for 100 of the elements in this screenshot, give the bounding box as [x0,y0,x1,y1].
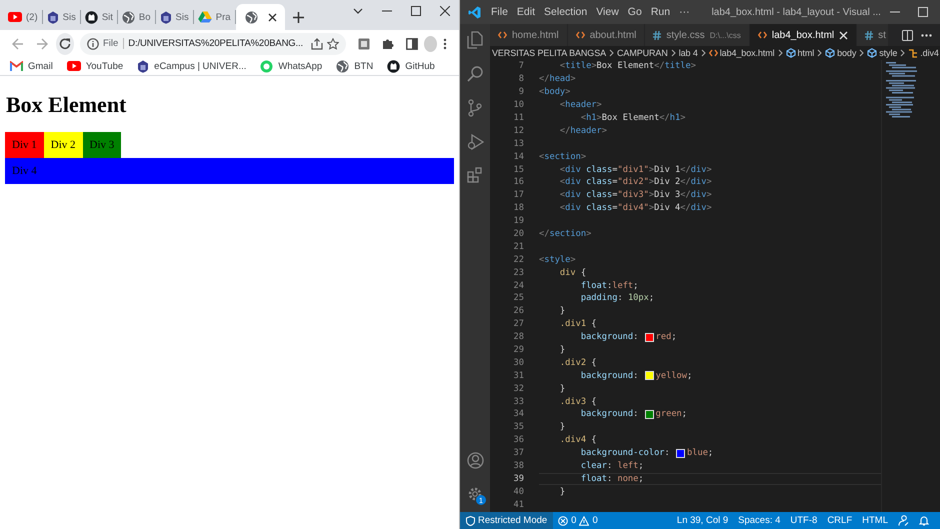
line-number: 20 [512,229,524,240]
code-text: <div class="div4">Div 4</div> [558,203,712,214]
line-number: 31 [512,370,524,381]
color-box: Div 4 [5,158,454,184]
browser-tab[interactable]: Sis [156,5,193,29]
browser-tab[interactable]: Sis [42,5,80,29]
line-number: 28 [512,332,524,342]
code-text: background-color: [580,448,671,458]
code-text: <title>Box Element</title> [558,61,696,72]
breadcrumb[interactable]: CAMPURAN [617,48,668,58]
breadcrumb[interactable]: html [786,48,814,58]
window-title: lab4_box.html - lab4_layout - Visual ... [712,6,881,18]
breadcrumb[interactable]: VERSITAS PELITA BANGSA [492,48,606,58]
line-number: 19 [512,216,524,226]
line-number: 41 [512,500,524,510]
line-number: 8 [518,74,524,84]
code-text: .div3 { [558,396,597,407]
browser-tab[interactable]: Sit [80,5,117,29]
code-text: } [558,306,566,316]
bookmark[interactable]: GitHub [387,60,435,72]
line-number: 40 [512,486,524,497]
bookmark[interactable]: WhatsApp [260,60,322,72]
color-box: Div 1 [5,132,44,158]
line-number: 32 [512,384,524,394]
line-number: 17 [512,190,524,200]
browser-tab[interactable]: Bo [118,5,155,29]
editor-tab[interactable]: st [857,24,889,46]
line-number: 27 [512,319,524,330]
menu-item[interactable]: Go [628,6,642,18]
line-number: 29 [512,345,524,356]
code-text: } [558,384,566,394]
bookmark[interactable]: YouTube [66,60,124,72]
color-box: Div 3 [82,132,122,158]
breadcrumb[interactable]: lab4_box.html [708,48,775,58]
menu-item[interactable]: File [491,6,508,18]
code-text: green; [656,409,688,420]
line-number: 30 [512,358,524,368]
breadcrumb[interactable]: body [825,48,856,58]
breadcrumb[interactable]: .div4 [908,48,939,58]
menu-item[interactable]: Run [650,6,670,18]
browser-tab[interactable]: Pra [194,5,235,29]
editor-tab[interactable]: about.html [568,24,646,46]
editor-tab[interactable]: style.css D:\...\css [645,24,750,46]
problems-button[interactable]: 0 0 [553,515,603,526]
menu-item[interactable]: ··· [679,6,690,18]
line-number: 14 [512,152,524,162]
line-number: 11 [512,113,524,123]
line-number: 15 [512,164,524,175]
code-text: } [558,345,566,356]
line-number: 33 [512,396,524,407]
code-text: .div4 { [558,435,597,446]
status-item[interactable]: HTML [857,515,893,526]
line-number: 23 [512,268,524,278]
code-text: <header> [558,100,602,110]
bookmark[interactable]: eCampus | UNIVER... [137,60,246,72]
code-text: </head> [539,74,576,84]
browser-tab[interactable]: (2) [4,5,42,29]
status-item[interactable]: UTF-8 [785,515,822,526]
line-number: 25 [512,293,524,304]
code-text: yellow; [656,370,692,381]
code-text: padding: 10px; [580,293,654,304]
address-bar[interactable]: File D:/UNIVERSITAS%20PELITA%20BANG... [80,32,346,54]
code-text: <div class="div1">Div 1</div> [558,164,712,175]
code-text: <h1>Box Element</h1> [580,113,686,123]
scheme-label: File [102,38,124,49]
code-text: float:left; [580,280,638,291]
code-text: background: [580,409,640,420]
menu-item[interactable]: View [596,6,619,18]
code-text: red; [656,332,677,342]
restricted-mode-button[interactable]: Restricted Mode [460,512,554,529]
breadcrumb[interactable]: style [867,48,898,58]
code-text: float: none; [580,474,644,484]
status-item[interactable]: CRLF [822,515,858,526]
page-heading: Box Element [6,92,128,118]
line-number: 26 [512,306,524,316]
bookmark[interactable]: BTN [336,60,374,72]
line-number: 22 [512,254,524,265]
bookmark[interactable]: Gmail [10,60,53,72]
status-item[interactable]: Ln 39, Col 9 [672,515,734,526]
line-number: 38 [512,461,524,472]
breadcrumb[interactable]: lab 4 [678,48,698,58]
code-text: </header> [558,126,608,136]
editor-tab[interactable]: lab4_box.html [750,24,858,46]
code-text: <section> [539,152,586,162]
line-number: 9 [518,87,524,98]
line-number: 36 [512,435,524,446]
line-number: 7 [518,61,524,72]
code-text: <style> [539,254,576,265]
editor-tab[interactable]: home.html [490,24,568,46]
code-text: blue; [687,448,714,458]
line-number: 16 [512,177,524,188]
line-number: 37 [512,448,524,458]
line-number: 35 [512,422,524,432]
line-number: 39 [512,474,524,484]
line-number: 24 [512,280,524,291]
menu-item[interactable]: Selection [544,6,588,18]
menu-item[interactable]: Edit [516,6,536,18]
status-item[interactable]: Spaces: 4 [733,515,786,526]
color-box: Div 2 [44,132,82,158]
code-text: .div1 { [558,319,597,330]
